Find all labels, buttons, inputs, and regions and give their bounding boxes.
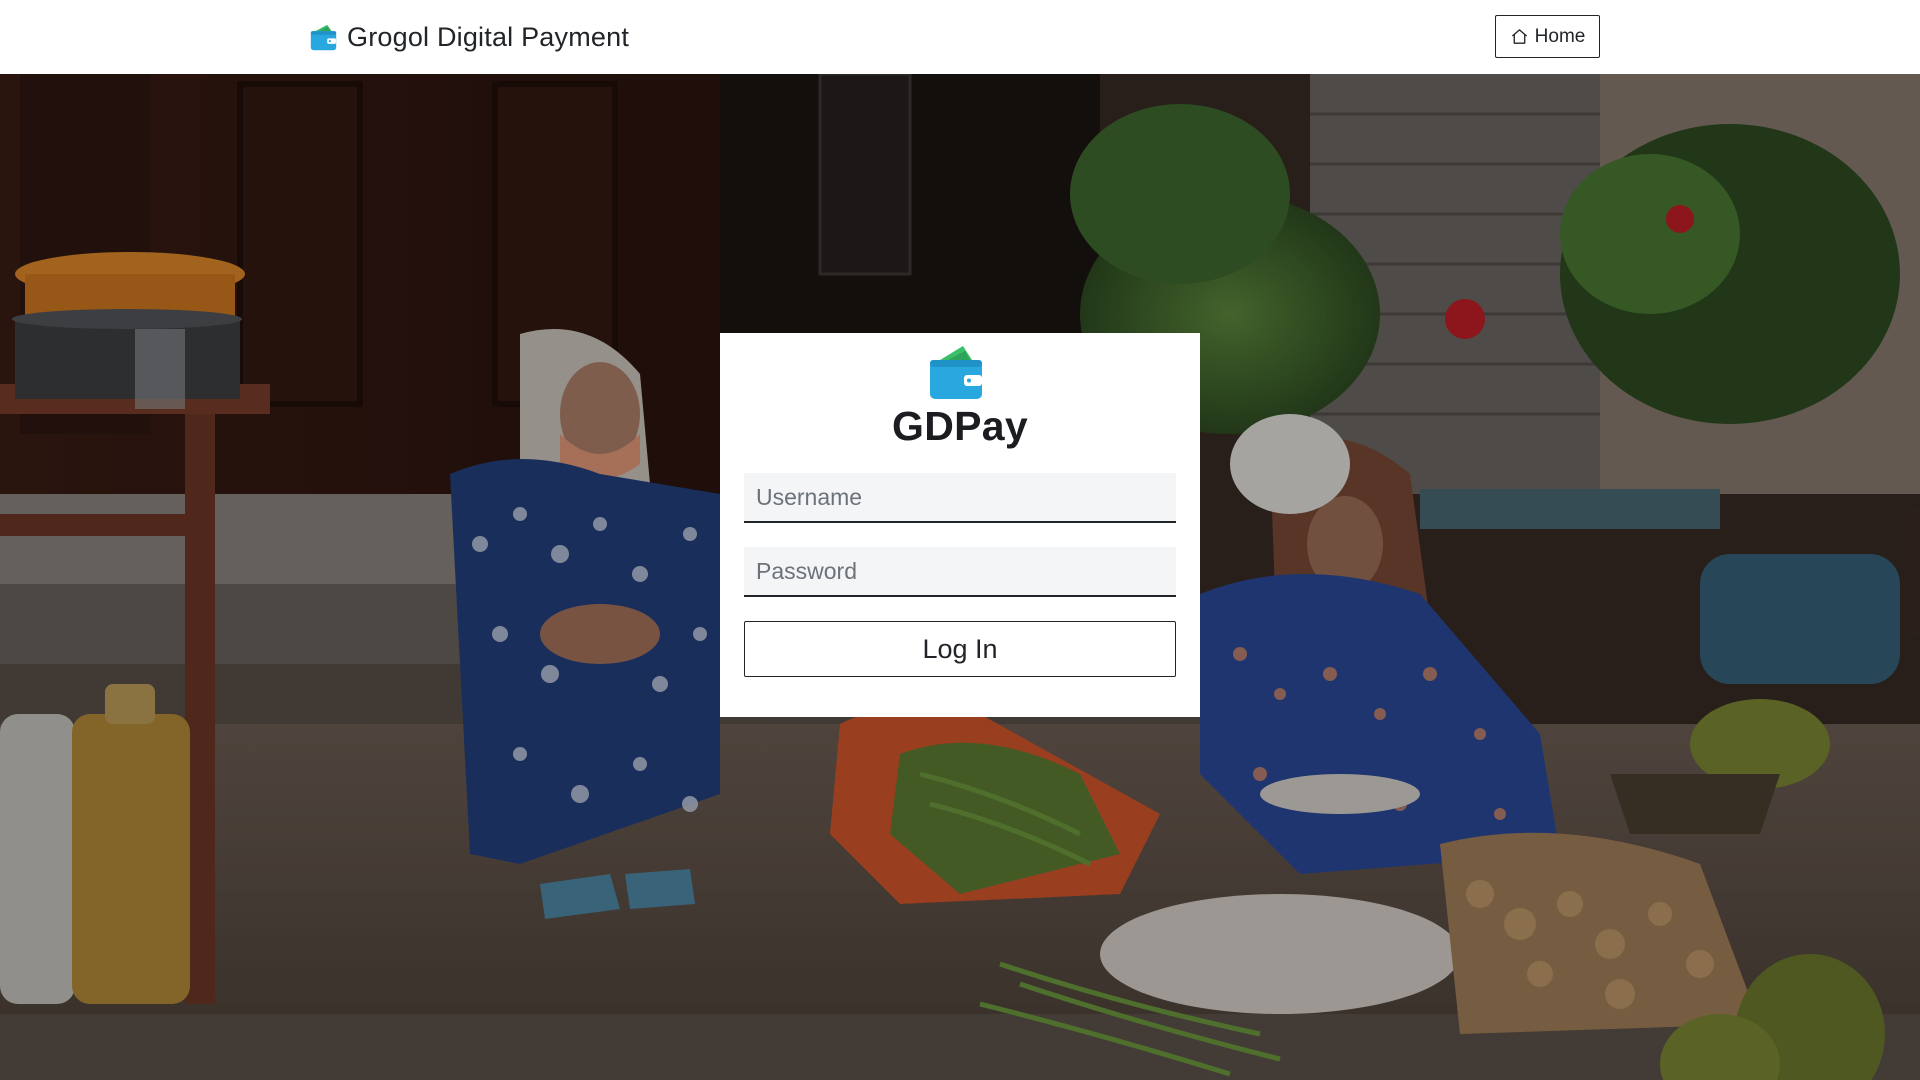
login-button[interactable]: Log In xyxy=(744,621,1176,677)
house-icon xyxy=(1511,29,1527,44)
brand-link[interactable]: Grogol Digital Payment xyxy=(309,22,629,53)
top-navbar: Grogol Digital Payment Home xyxy=(0,0,1920,74)
login-card: GDPay Log In xyxy=(720,333,1200,717)
home-button[interactable]: Home xyxy=(1495,15,1600,58)
brand-title: Grogol Digital Payment xyxy=(347,22,630,52)
wallet-icon xyxy=(310,24,337,51)
wallet-icon xyxy=(930,346,982,399)
home-button-label: Home xyxy=(1534,25,1586,47)
app-title: GDPay xyxy=(892,403,1028,449)
username-input[interactable] xyxy=(744,473,1176,523)
password-input[interactable] xyxy=(744,547,1176,597)
